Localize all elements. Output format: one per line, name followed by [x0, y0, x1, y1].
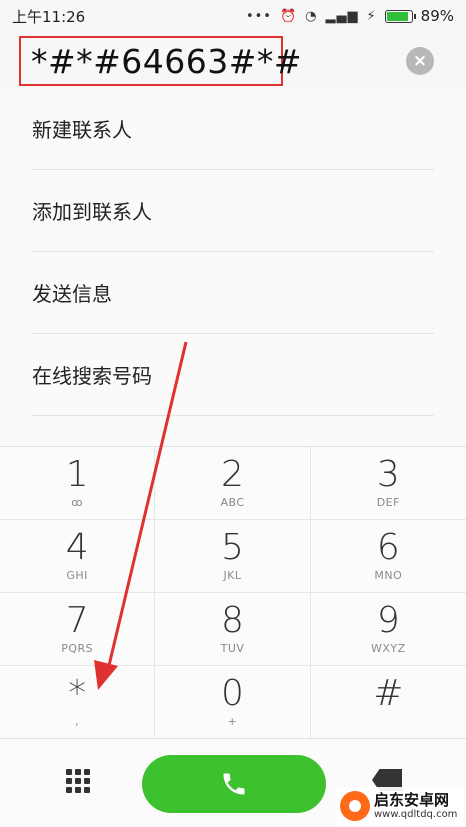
menu-item-add-to-contact[interactable]: 添加到联系人 — [32, 170, 434, 252]
status-icons: ••• ⏰ ◔ ▂▄▆ ⚡ 89% — [246, 7, 454, 25]
suggestion-menu: 新建联系人 添加到联系人 发送信息 在线搜索号码 — [0, 88, 466, 446]
dialed-number[interactable]: *#*#64663#*# — [31, 42, 302, 81]
keypad-toggle-icon[interactable] — [66, 769, 92, 795]
key-star[interactable]: *, — [0, 666, 156, 739]
watermark-logo: 启东安卓网 www.qdltdq.com — [336, 787, 464, 825]
key-digit: 7 — [65, 600, 89, 641]
watermark-url: www.qdltdq.com — [374, 809, 458, 820]
key-digit: 2 — [221, 454, 244, 495]
menu-item-label: 新建联系人 — [32, 118, 132, 142]
key-letters: PQRS — [61, 642, 94, 655]
key-letters: JKL — [223, 569, 242, 582]
status-time: 上午11:26 — [12, 7, 86, 26]
close-icon: × — [412, 51, 428, 71]
dots-icon: ••• — [245, 8, 272, 24]
menu-item-send-message[interactable]: 发送信息 — [32, 252, 434, 334]
key-6[interactable]: 6 MNO — [310, 520, 466, 593]
key-digit: 1 — [65, 454, 89, 495]
key-digit: 4 — [65, 527, 89, 568]
dial-keypad: 1ꝏ 2 ABC 3 DEF 4 GHI 5 JKL 6 MNO 7 PQRS 8 TUV 9… — [0, 446, 466, 739]
key-digit: * — [68, 673, 87, 714]
phone-icon — [223, 773, 245, 795]
key-digit: 9 — [376, 600, 400, 641]
voicemail-icon: ꝏ — [71, 496, 84, 509]
status-bar: 上午11:26 ••• ⏰ ◔ ▂▄▆ ⚡ 89% — [0, 0, 466, 32]
menu-item-label: 添加到联系人 — [32, 200, 152, 224]
signal-icon: ▂▄▆ — [325, 8, 359, 24]
key-7[interactable]: 7 PQRS — [0, 593, 156, 666]
key-9[interactable]: 9 WXYZ — [310, 593, 466, 666]
key-hash[interactable]: # — [310, 666, 466, 739]
key-5[interactable]: 5 JKL — [155, 520, 311, 593]
wifi-icon: ◔ — [305, 8, 318, 24]
clear-button[interactable]: × — [406, 47, 434, 75]
key-digit: # — [373, 673, 404, 714]
key-8[interactable]: 8 TUV — [155, 593, 311, 666]
charging-icon: ⚡ — [366, 8, 377, 24]
menu-item-label: 在线搜索号码 — [32, 364, 152, 388]
number-row: *#*#64663#*# — [0, 32, 466, 88]
key-letters: ABC — [220, 496, 245, 509]
menu-item-label: 发送信息 — [32, 282, 112, 306]
key-letters: MNO — [374, 569, 403, 582]
key-2[interactable]: 2 ABC — [155, 447, 311, 520]
menu-item-search-number[interactable]: 在线搜索号码 — [32, 334, 434, 416]
key-digit: 5 — [221, 527, 244, 568]
menu-item-new-contact[interactable]: 新建联系人 — [32, 88, 434, 170]
key-4[interactable]: 4 GHI — [0, 520, 156, 593]
alarm-icon: ⏰ — [279, 8, 298, 24]
key-letters: WXYZ — [370, 642, 406, 655]
key-1[interactable]: 1ꝏ — [0, 447, 156, 520]
key-digit: 6 — [376, 527, 400, 568]
battery-icon — [384, 9, 416, 23]
key-letters: + — [227, 715, 238, 728]
key-digit: 8 — [221, 600, 244, 641]
watermark-title: 启东安卓网 — [374, 791, 450, 809]
call-button[interactable] — [142, 755, 326, 813]
key-letters: GHI — [66, 569, 88, 582]
key-0[interactable]: 0 + — [155, 666, 311, 739]
key-digit: 3 — [376, 454, 400, 495]
key-letters: TUV — [220, 642, 245, 655]
key-digit: 0 — [221, 673, 244, 714]
key-3[interactable]: 3 DEF — [310, 447, 466, 520]
key-letters: DEF — [376, 496, 400, 509]
battery-percent: 89% — [420, 7, 454, 25]
number-highlight-box[interactable]: *#*#64663#*# — [19, 36, 302, 86]
watermark-icon — [340, 791, 370, 821]
key-letters: , — [75, 715, 80, 728]
